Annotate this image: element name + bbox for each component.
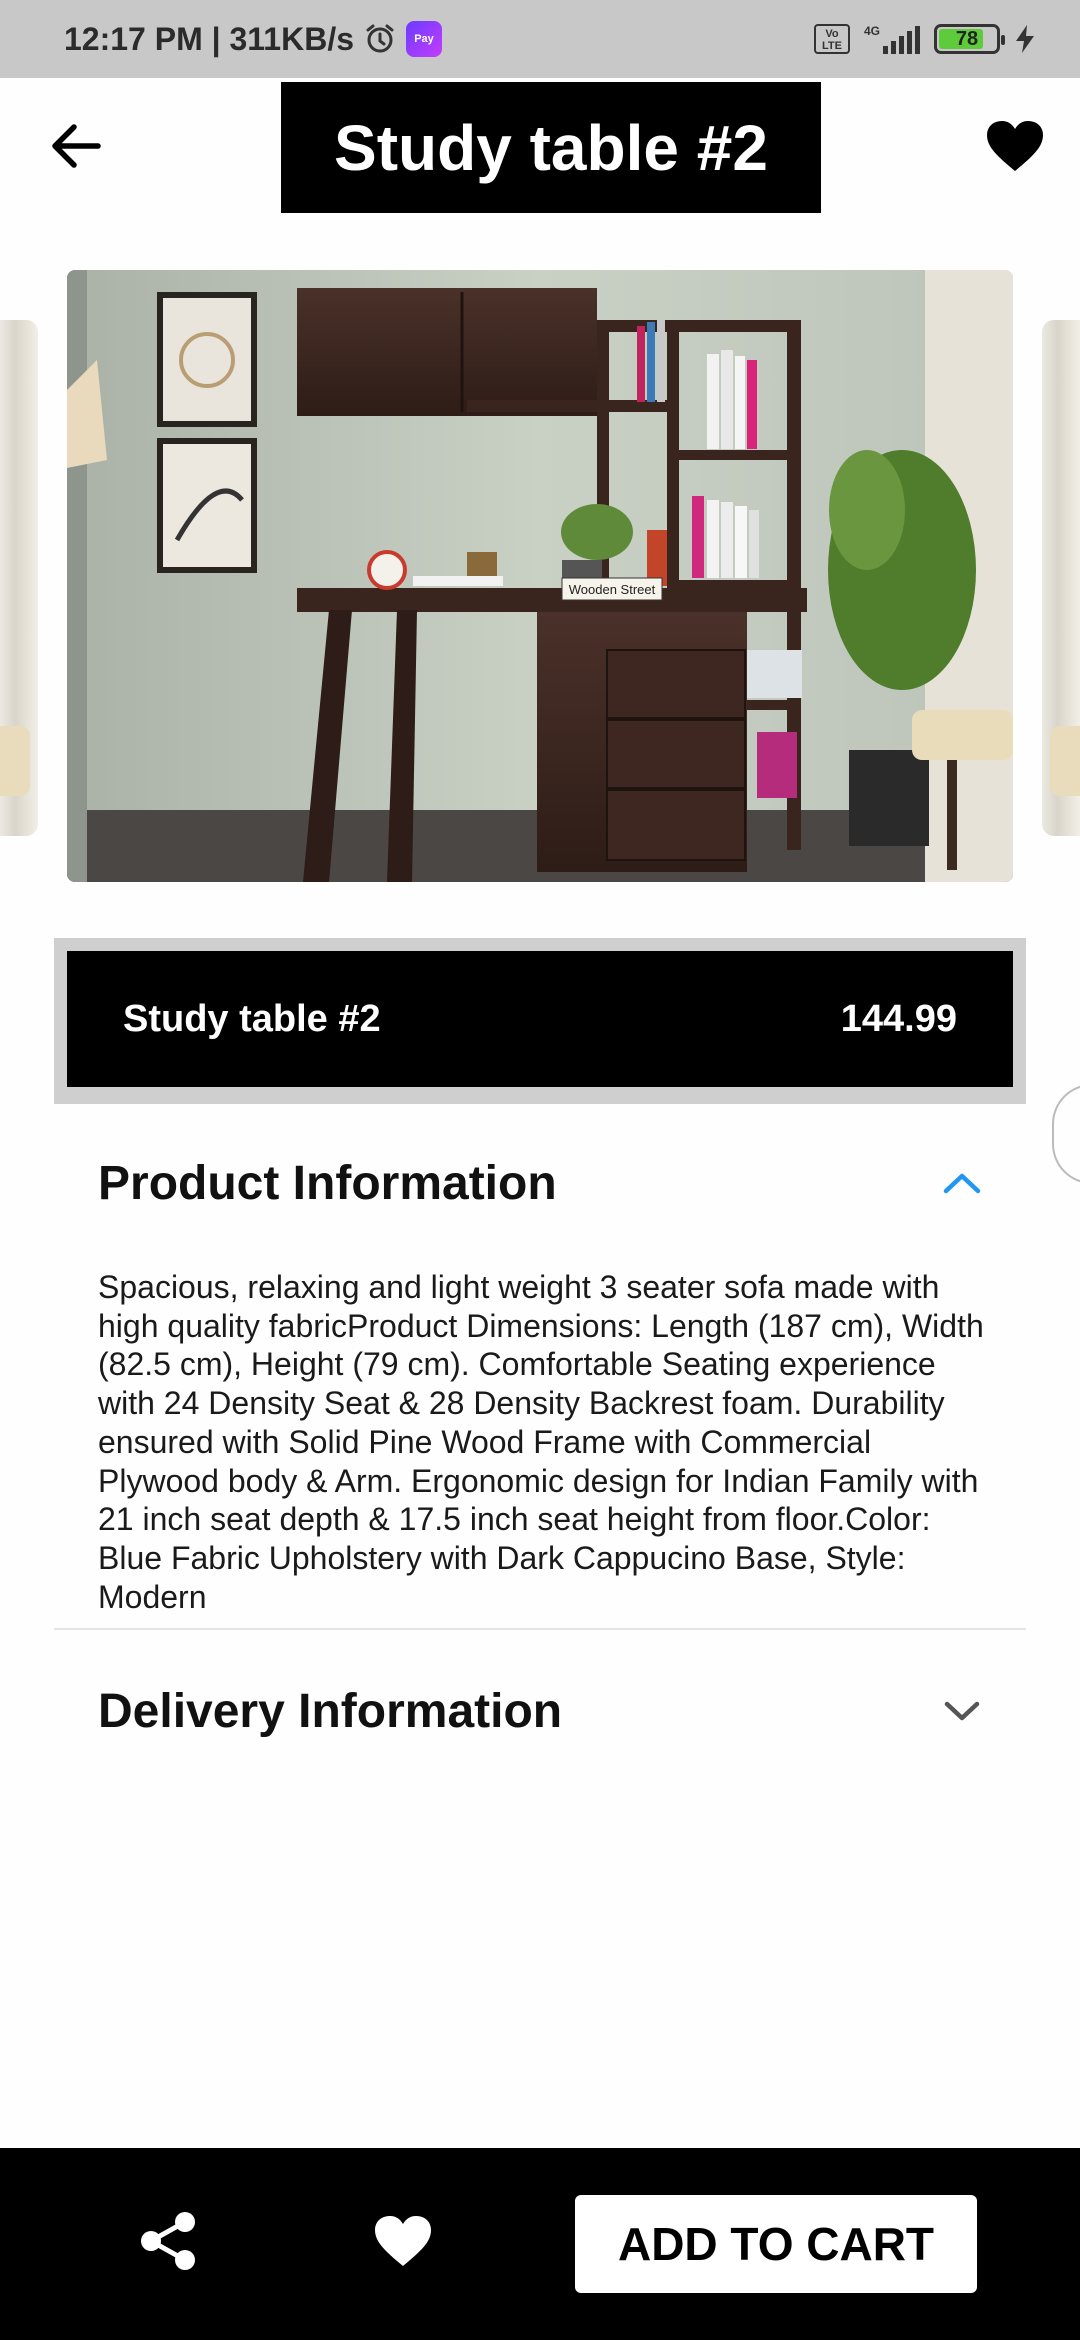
next-image-peek[interactable]	[1042, 320, 1080, 836]
product-information-header[interactable]: Product Information	[54, 1150, 1026, 1216]
section-divider	[54, 1628, 1026, 1630]
network-type-label: 4G	[863, 24, 880, 38]
delivery-information-title: Delivery Information	[98, 1684, 563, 1738]
page-title: Study table #2	[281, 82, 821, 213]
previous-image-peek[interactable]	[0, 320, 38, 836]
arrow-left-icon	[50, 123, 102, 174]
battery-level: 78	[955, 27, 979, 50]
charging-icon	[1014, 24, 1036, 54]
side-drawer-handle[interactable]	[1052, 1084, 1080, 1184]
status-bar: 12:17 PM | 311KB/s Pay Vo LTE 4G 78	[0, 0, 1080, 78]
product-image-sign: Wooden Street	[569, 582, 656, 597]
chevron-down-icon[interactable]	[942, 1691, 982, 1731]
share-icon	[139, 2211, 197, 2276]
product-name: Study table #2	[123, 997, 381, 1040]
heart-icon	[985, 119, 1045, 178]
battery-icon: 78	[934, 24, 1005, 54]
product-information-title: Product Information	[98, 1156, 557, 1210]
favorite-button[interactable]	[982, 118, 1048, 178]
image-carousel[interactable]: Wooden Street	[0, 270, 1080, 885]
product-price: 144.99	[840, 997, 957, 1040]
share-button[interactable]	[136, 2210, 200, 2276]
add-to-wishlist-button[interactable]	[370, 2210, 436, 2276]
alarm-icon	[362, 21, 398, 57]
back-button[interactable]	[44, 116, 108, 180]
product-summary: Study table #2 144.99	[67, 951, 1013, 1087]
status-time: 12:17 PM | 311KB/s	[64, 20, 354, 57]
heart-icon	[373, 2214, 433, 2273]
app-notification-icon: Pay	[406, 21, 442, 57]
product-summary-bar: Study table #2 144.99	[54, 938, 1026, 1104]
delivery-information-header[interactable]: Delivery Information	[54, 1678, 1026, 1744]
product-image[interactable]: Wooden Street	[67, 270, 1013, 882]
volte-icon: Vo LTE	[813, 24, 850, 54]
product-information-text: Spacious, relaxing and light weight 3 se…	[98, 1269, 984, 1615]
add-to-cart-button[interactable]: ADD TO CART	[575, 2195, 977, 2293]
chevron-up-icon[interactable]	[942, 1163, 982, 1203]
signal-icon: 4G	[864, 24, 920, 54]
